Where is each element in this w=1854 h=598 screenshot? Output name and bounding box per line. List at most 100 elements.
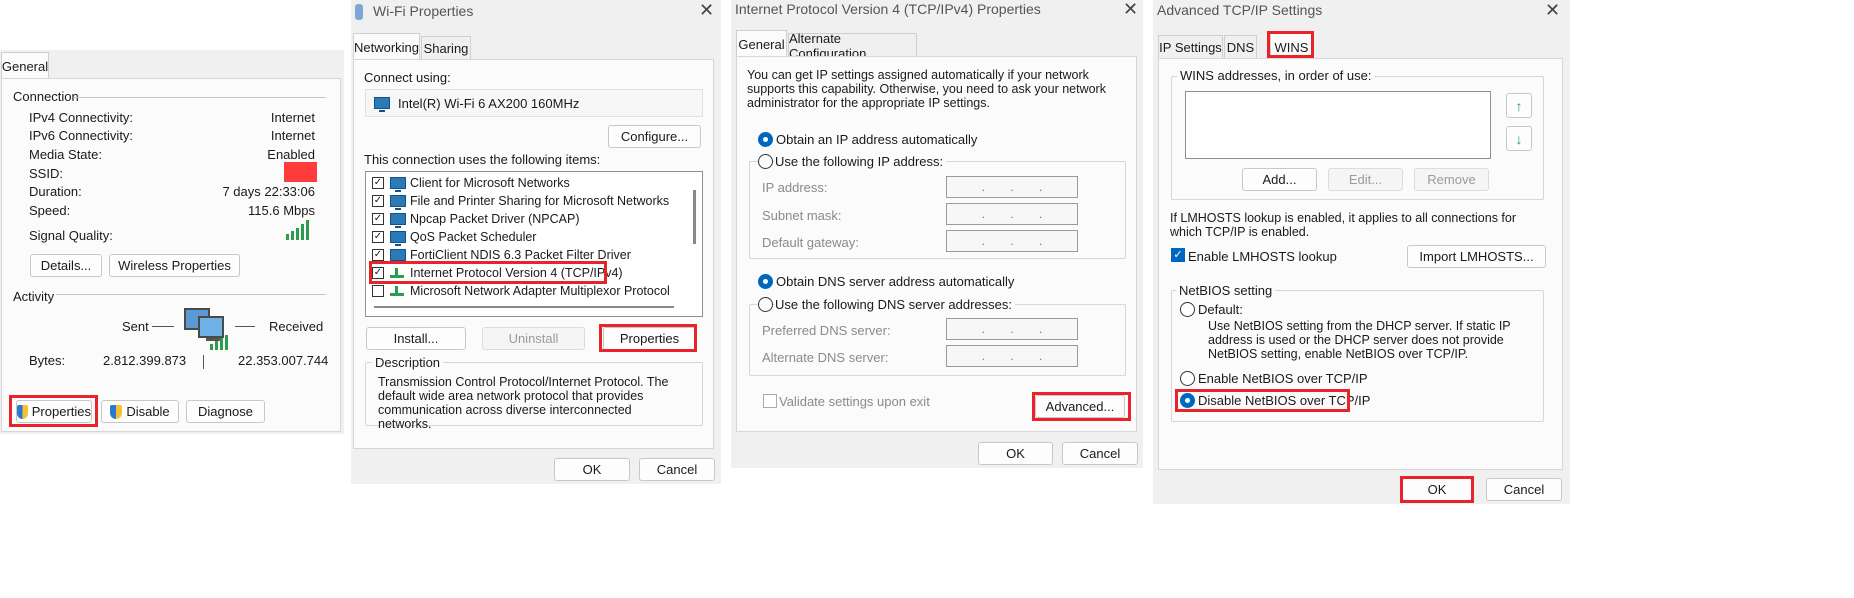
diagnose-button[interactable]: Diagnose [186, 400, 265, 423]
items-hscrollbar[interactable] [374, 306, 674, 308]
tab-dns[interactable]: DNS [1224, 35, 1257, 59]
ok-label: OK [1006, 446, 1025, 461]
enable-netbios-radio[interactable] [1180, 371, 1195, 386]
disable-netbios-radio[interactable] [1180, 393, 1195, 408]
component-item[interactable]: ✓ Internet Protocol Version 4 (TCP/IPv4) [372, 266, 623, 280]
use-following-ip-radio[interactable] [758, 154, 773, 169]
obtain-ip-auto-radio[interactable] [758, 132, 773, 147]
move-down-button[interactable]: ↓ [1506, 126, 1532, 151]
component-item[interactable]: ✓ QoS Packet Scheduler [372, 230, 536, 246]
component-item[interactable]: ✓ FortiClient NDIS 6.3 Packet Filter Driv… [372, 248, 631, 264]
enable-lmhosts-checkbox[interactable]: ✓ [1171, 248, 1185, 262]
bytes-sent-value: 2.812.399.873 [103, 353, 187, 368]
properties-label: Properties [619, 331, 680, 346]
wins-addresses-label: WINS addresses, in order of use: [1177, 68, 1375, 83]
close-icon[interactable]: ✕ [1545, 0, 1560, 21]
ipv4-properties-dialog: Internet Protocol Version 4 (TCP/IPv4) P… [731, 0, 1143, 468]
tab-general[interactable]: General [736, 30, 787, 57]
component-checkbox[interactable] [372, 285, 384, 297]
remove-button[interactable]: Remove [1414, 168, 1489, 191]
details-button[interactable]: Details... [30, 254, 102, 277]
validate-checkbox[interactable] [763, 394, 777, 408]
configure-label: Configure... [620, 129, 689, 144]
disable-button[interactable]: Disable [101, 400, 179, 423]
tab-ip-settings[interactable]: IP Settings [1158, 35, 1223, 59]
component-checkbox[interactable]: ✓ [372, 267, 384, 279]
items-list[interactable]: ✓ Client for Microsoft Networks ✓ File and … [365, 171, 703, 317]
alternate-dns-field[interactable]: ... [946, 345, 1078, 367]
import-lmhosts-button[interactable]: Import LMHOSTS... [1407, 245, 1546, 268]
advanced-tcpip-dialog: Advanced TCP/IP Settings ✕ IP Settings D… [1153, 0, 1570, 504]
tab-sharing[interactable]: Sharing [421, 36, 471, 60]
component-checkbox[interactable]: ✓ [372, 195, 384, 207]
status-row-value: 115.6 Mbps [248, 203, 315, 218]
tab-wins[interactable]: WINS [1270, 33, 1313, 60]
subnet-mask-field[interactable]: ... [946, 203, 1078, 225]
tab-alternate-configuration[interactable]: Alternate Configuration [788, 31, 917, 61]
wireless-properties-button[interactable]: Wireless Properties [109, 254, 240, 277]
window-title: Advanced TCP/IP Settings [1157, 2, 1323, 18]
uninstall-button[interactable]: Uninstall [482, 327, 585, 350]
ip-address-field[interactable]: ... [946, 176, 1078, 198]
wins-address-list[interactable] [1185, 91, 1491, 159]
component-checkbox[interactable]: ✓ [372, 231, 384, 243]
protocol-icon [390, 268, 404, 278]
cancel-button[interactable]: Cancel [1062, 442, 1138, 465]
status-row-label: Speed: [29, 203, 71, 218]
status-row: SSID: [29, 166, 315, 181]
tab-general[interactable]: General [1, 52, 49, 79]
netbios-default-radio[interactable] [1180, 302, 1195, 317]
component-checkbox[interactable]: ✓ [372, 249, 384, 261]
disable-label: Disable [126, 404, 170, 419]
tab-general-label: General [1, 58, 49, 74]
connection-title: Connection [13, 89, 79, 104]
use-following-ip-label: Use the following IP address: [775, 154, 947, 169]
status-properties-button[interactable]: Properties [16, 400, 92, 423]
advanced-button[interactable]: Advanced... [1035, 395, 1125, 418]
close-icon[interactable]: ✕ [699, 0, 714, 21]
ok-button[interactable]: OK [554, 458, 630, 481]
ok-button[interactable]: OK [978, 442, 1053, 465]
component-checkbox[interactable]: ✓ [372, 213, 384, 225]
cancel-button[interactable]: Cancel [1486, 478, 1562, 501]
activity-title: Activity [13, 289, 55, 304]
received-line [235, 326, 255, 327]
install-label: Install... [393, 331, 439, 346]
cancel-button[interactable]: Cancel [639, 458, 715, 481]
install-button[interactable]: Install... [366, 327, 466, 350]
configure-button[interactable]: Configure... [608, 125, 701, 148]
protocol-icon [390, 286, 404, 296]
component-checkbox[interactable]: ✓ [372, 177, 384, 189]
close-icon[interactable]: ✕ [1123, 0, 1138, 20]
diagnose-label: Diagnose [198, 404, 253, 419]
obtain-dns-auto-radio[interactable] [758, 274, 773, 289]
preferred-dns-field[interactable]: ... [946, 318, 1078, 340]
tab-networking[interactable]: Networking [353, 33, 420, 60]
network-service-icon [390, 213, 406, 228]
component-item[interactable]: ✓ Client for Microsoft Networks [372, 176, 570, 192]
network-client-icon [390, 177, 406, 192]
edit-button[interactable]: Edit... [1328, 168, 1403, 191]
tab-ip-settings-label: IP Settings [1159, 40, 1222, 55]
validate-label: Validate settings upon exit [779, 394, 930, 409]
alternate-dns-label: Alternate DNS server: [762, 350, 889, 365]
component-item[interactable]: ✓ Npcap Packet Driver (NPCAP) [372, 212, 580, 228]
description-title: Description [372, 355, 444, 370]
component-item[interactable]: ✓ File and Printer Sharing for Microsoft … [372, 194, 669, 210]
properties-button[interactable]: Properties [603, 327, 696, 350]
tab-dns-label: DNS [1226, 40, 1255, 55]
move-up-button[interactable]: ↑ [1506, 93, 1532, 118]
component-item[interactable]: Microsoft Network Adapter Multiplexor Pr… [372, 284, 670, 298]
adapter-icon [374, 97, 390, 112]
use-following-dns-radio[interactable] [758, 297, 773, 312]
cancel-label: Cancel [1503, 482, 1545, 497]
default-gateway-label: Default gateway: [762, 235, 859, 250]
arrow-up-icon: ↑ [1515, 97, 1523, 114]
status-row-value: Enabled [267, 147, 315, 162]
default-gateway-field[interactable]: ... [946, 230, 1078, 252]
network-service-icon [390, 249, 406, 264]
ok-button[interactable]: OK [1402, 478, 1472, 501]
items-vscrollbar[interactable] [693, 190, 696, 244]
adapter-box: Intel(R) Wi-Fi 6 AX200 160MHz [365, 89, 703, 117]
add-button[interactable]: Add... [1242, 168, 1317, 191]
